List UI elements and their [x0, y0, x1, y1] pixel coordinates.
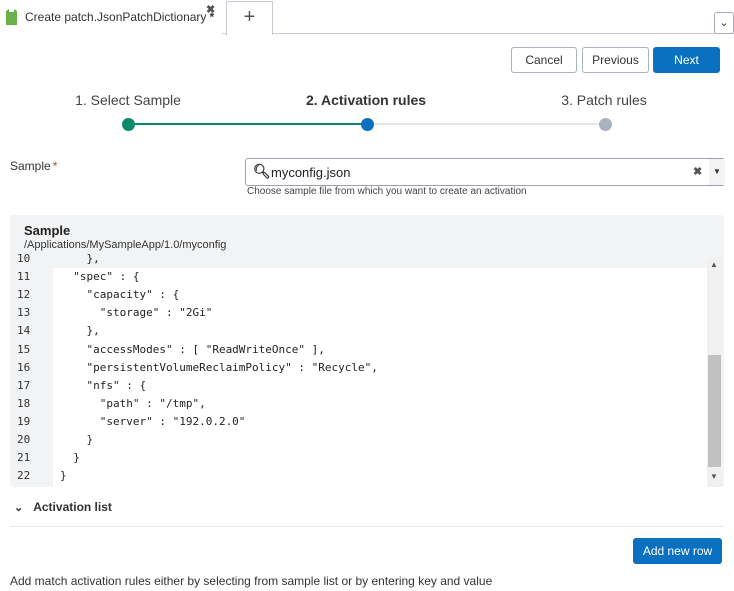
- code-line: }: [60, 451, 80, 465]
- new-tab-button[interactable]: +: [226, 1, 273, 35]
- tab-create-patch[interactable]: Create patch.JsonPatchDictionary * ✖: [0, 0, 222, 34]
- progress-line-complete: [128, 123, 367, 125]
- scroll-down-icon[interactable]: ▼: [710, 472, 718, 481]
- step-dot-pending: [599, 118, 612, 131]
- code-line: }: [60, 433, 94, 446]
- code-line: "accessModes" : [ "ReadWriteOnce" ],: [60, 342, 325, 356]
- next-button[interactable]: Next: [653, 47, 720, 73]
- code-line: "server" : "192.0.2.0": [60, 414, 246, 428]
- line-number: 16: [17, 360, 31, 374]
- line-number: 12: [17, 288, 31, 302]
- step-dot-active: [361, 118, 374, 131]
- step-patch-rules: 3. Patch rules: [561, 92, 647, 108]
- line-number: 20: [17, 433, 31, 446]
- scrollbar-thumb[interactable]: [708, 355, 721, 467]
- previous-button[interactable]: Previous: [582, 47, 649, 73]
- search-icon: 🔍︎: [253, 163, 271, 179]
- line-number: 19: [17, 414, 31, 428]
- code-line: }: [60, 469, 67, 483]
- tab-label: Create patch.JsonPatchDictionary: [25, 10, 207, 24]
- divider: [10, 526, 724, 527]
- activation-list-label: Activation list: [33, 500, 112, 514]
- line-number: 15: [17, 342, 31, 356]
- code-line: "capacity" : {: [60, 288, 180, 302]
- line-number: 11: [17, 270, 31, 284]
- code-line: "storage" : "2Gi": [60, 306, 213, 320]
- line-number: 14: [17, 324, 31, 338]
- activation-list-toggle[interactable]: ⌄ Activation list: [14, 500, 112, 514]
- code-line: "nfs" : {: [60, 378, 147, 392]
- sample-help-text: Choose sample file from which you want t…: [247, 186, 527, 197]
- sample-panel-title: Sample: [24, 223, 71, 238]
- step-activation-rules: 2. Activation rules: [305, 92, 427, 108]
- document-icon: [6, 9, 17, 25]
- dropdown-caret-icon[interactable]: ▼: [709, 159, 725, 185]
- required-marker: *: [52, 159, 58, 173]
- chevron-down-icon[interactable]: ⌄: [714, 12, 734, 34]
- activation-hint: Add match activation rules either by sel…: [10, 574, 493, 588]
- clear-icon[interactable]: ✖: [693, 165, 702, 178]
- close-icon[interactable]: ✖: [206, 3, 215, 16]
- progress-line-pending: [367, 123, 605, 125]
- line-number: 13: [17, 306, 31, 320]
- chevron-down-icon: ⌄: [14, 501, 24, 514]
- code-line: "persistentVolumeReclaimPolicy" : "Recyc…: [60, 360, 378, 374]
- code-line: },: [60, 252, 100, 265]
- code-line: "path" : "/tmp",: [60, 396, 206, 410]
- step-dot-done: [122, 118, 135, 131]
- line-number: 21: [17, 451, 31, 465]
- sample-value: myconfig.json: [271, 165, 351, 180]
- scrollbar[interactable]: ▲ ▼: [707, 258, 722, 487]
- code-line: "spec" : {: [60, 270, 140, 284]
- step-select-sample: 1. Select Sample: [75, 92, 181, 108]
- line-number: 18: [17, 396, 31, 410]
- cancel-button[interactable]: Cancel: [511, 47, 577, 73]
- scroll-up-icon[interactable]: ▲: [710, 260, 718, 269]
- sample-panel-path: /Applications/MySampleApp/1.0/myconfig: [24, 239, 227, 251]
- code-line: },: [60, 324, 100, 338]
- line-number: 10: [17, 252, 31, 265]
- sample-label: Sample *: [10, 159, 57, 173]
- line-number: 17: [17, 378, 31, 392]
- add-new-row-button[interactable]: Add new row: [633, 538, 722, 564]
- line-number: 22: [17, 469, 31, 483]
- sample-select[interactable]: 🔍︎ myconfig.json ✖ ▼: [245, 158, 725, 186]
- sample-label-text: Sample: [10, 159, 51, 173]
